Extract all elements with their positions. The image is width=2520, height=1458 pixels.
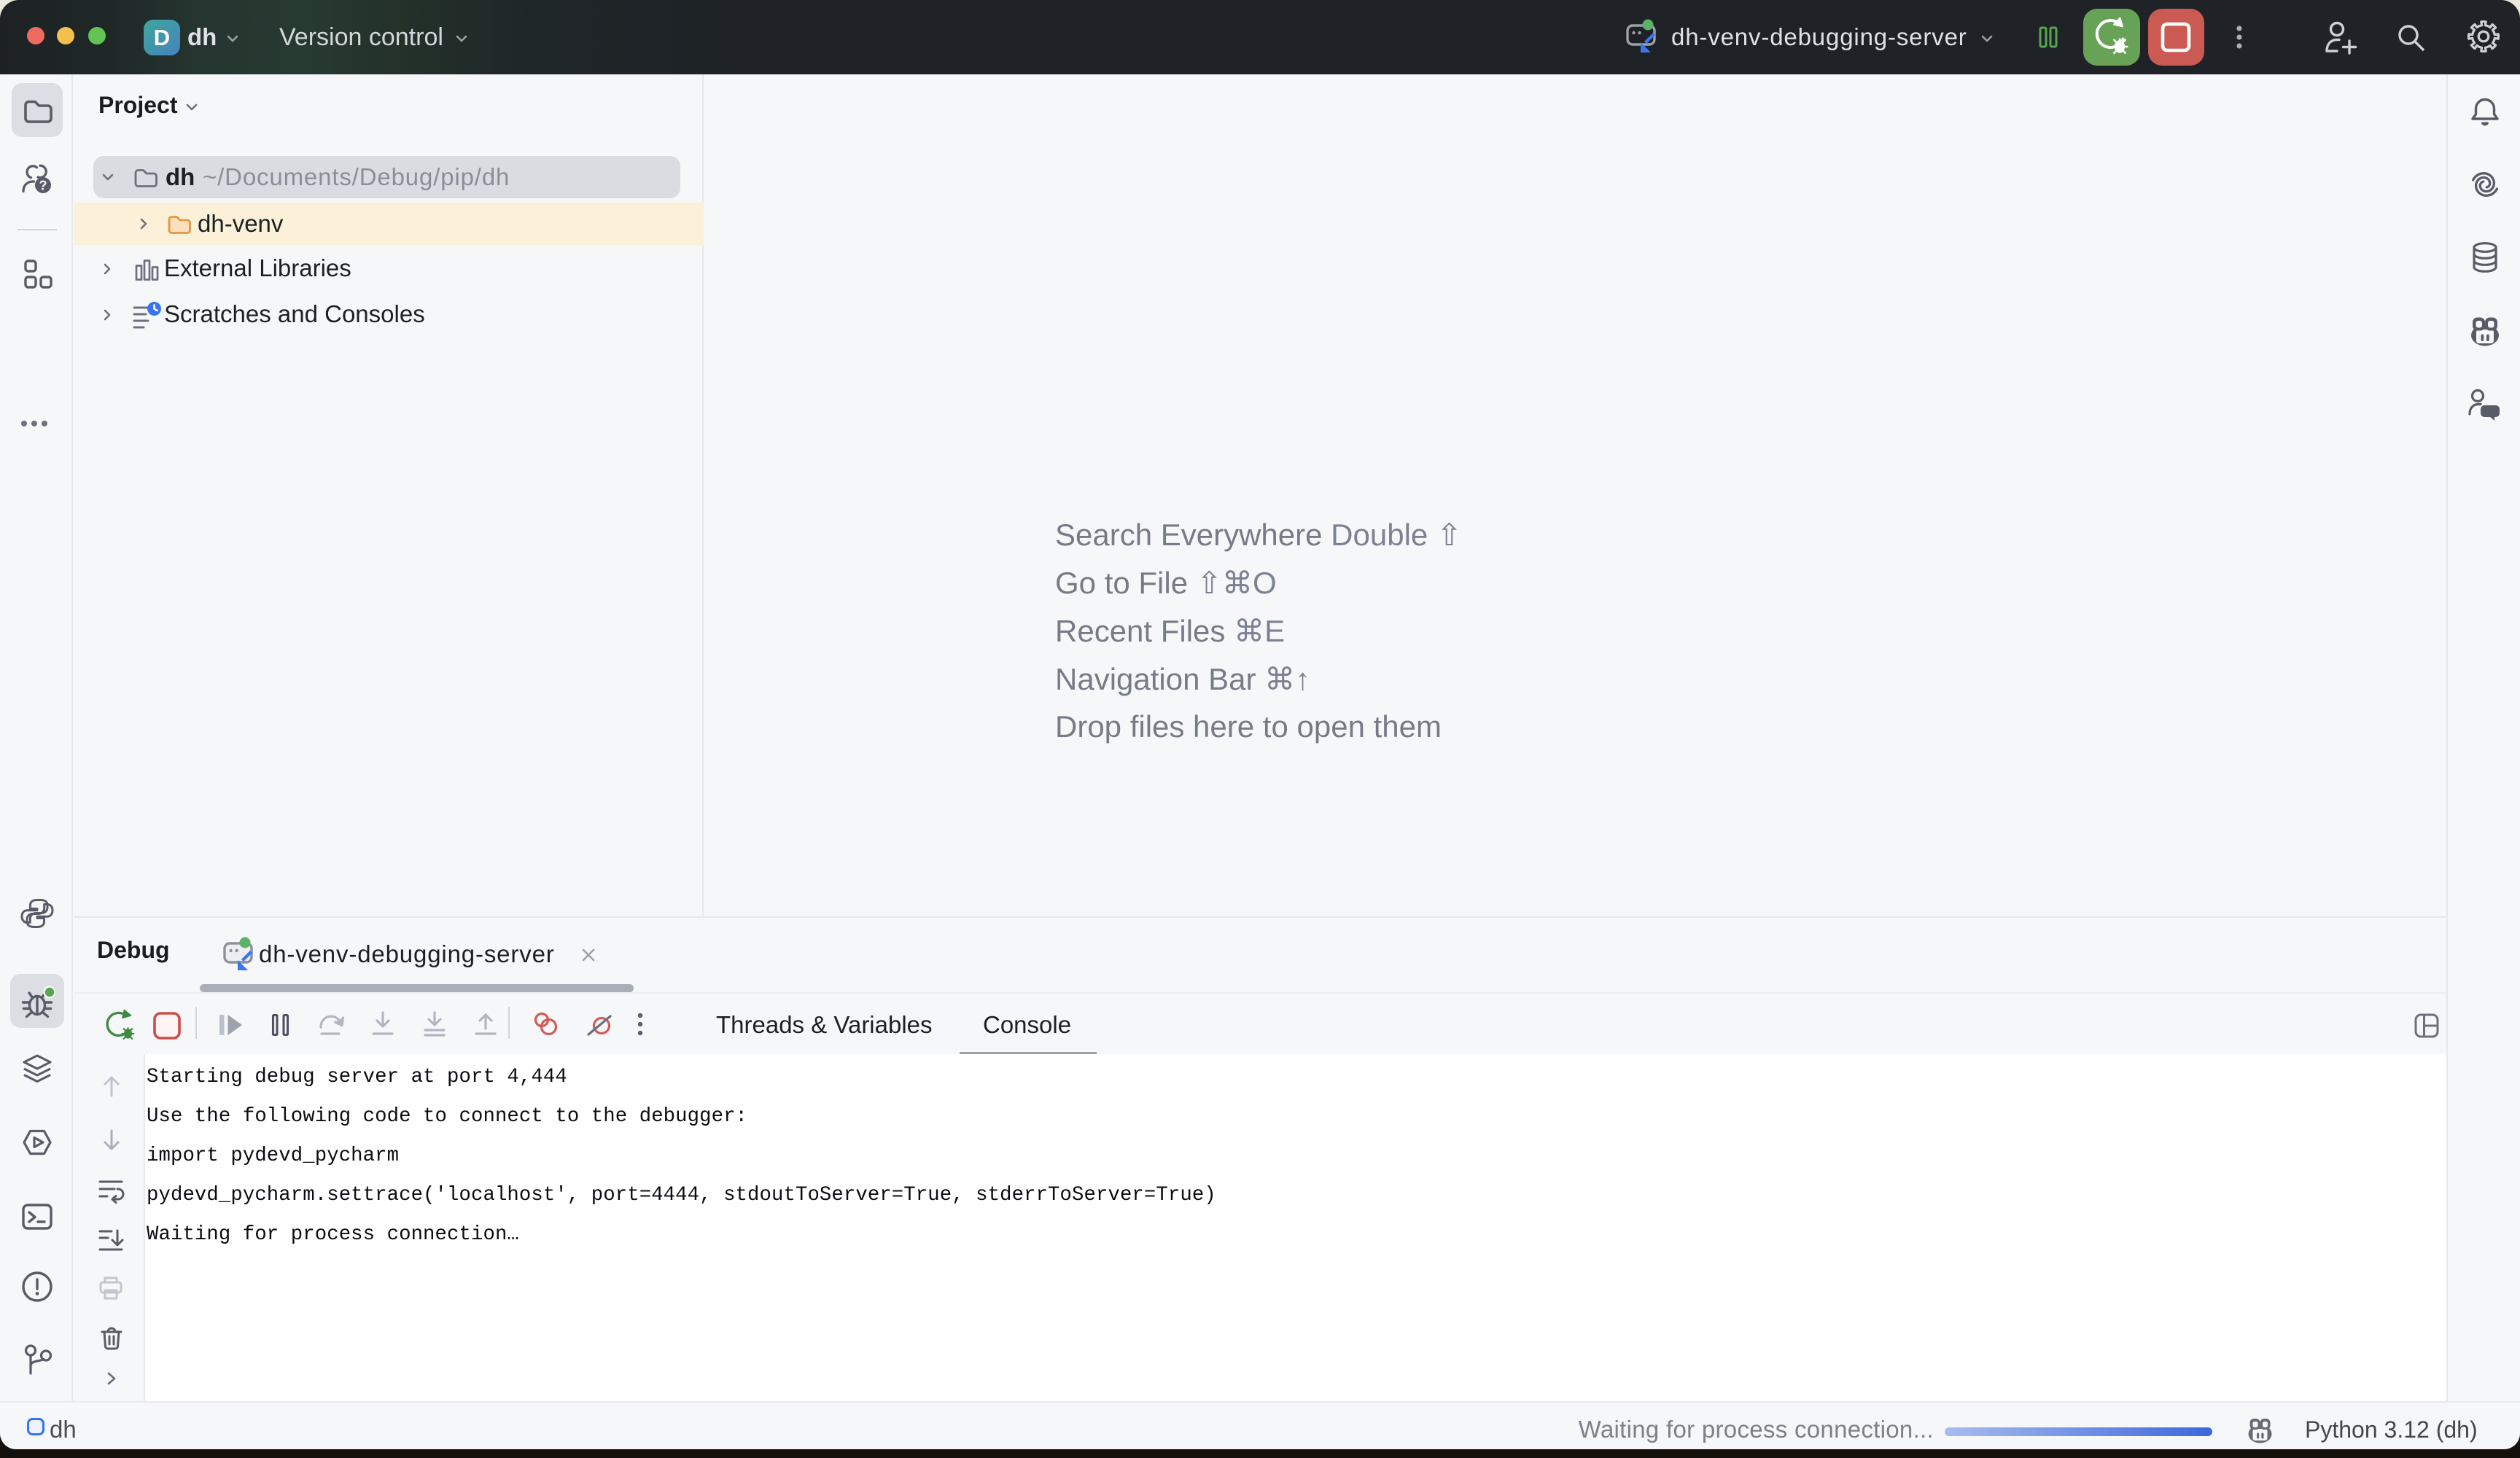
svg-text:?: ? (39, 179, 47, 193)
